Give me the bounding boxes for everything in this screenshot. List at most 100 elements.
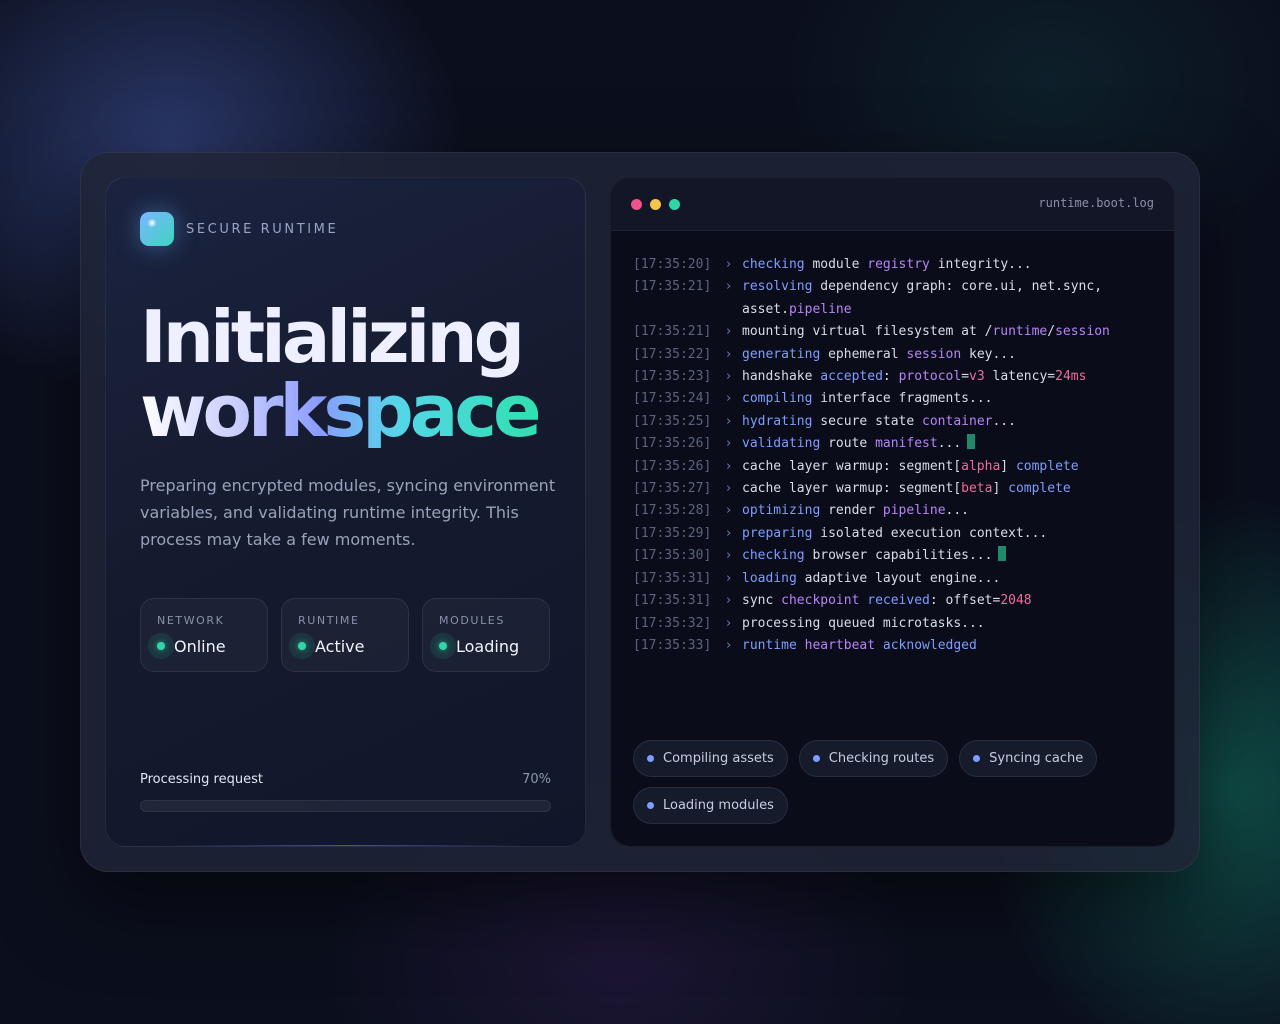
log-token: processing queued microtasks... [742, 615, 985, 631]
log-token: interface fragments... [812, 391, 993, 407]
log-line: [17:35:26] › validating route manifest... [633, 433, 1153, 455]
log-timestamp: [17:35:33] [633, 637, 712, 653]
log-line: [17:35:25] › hydrating secure state contai… [633, 411, 1153, 433]
log-token: acknowledged [882, 637, 977, 653]
log-token: ... [945, 503, 970, 519]
chevron-right-icon: › [724, 369, 733, 385]
task-chip: Checking routes [798, 740, 949, 777]
task-chip: Compiling assets [633, 740, 788, 777]
log-token: protocol [898, 369, 962, 385]
stat-label: RUNTIME [298, 614, 360, 627]
log-token: preparing [742, 525, 813, 541]
log-message: mounting virtual filesystem at /runtime/… [742, 321, 1153, 343]
stat-value-row: Loading [430, 633, 549, 659]
log-token: v3 [969, 369, 985, 385]
task-chip: Syncing cache [959, 740, 1098, 777]
chevron-right-icon: › [724, 346, 733, 362]
log-timestamp: [17:35:31] [633, 570, 712, 586]
log-line: [17:35:20] › checking module registry inte… [633, 254, 1153, 276]
log-token: pipeline [882, 503, 946, 519]
headline-line-2: workspace [140, 369, 542, 453]
log-token: sync [742, 593, 782, 609]
log-token [797, 638, 805, 653]
minimize-dot-icon[interactable] [650, 198, 661, 210]
log-message: loading adaptive layout engine... [742, 568, 1153, 590]
chevron-right-icon: › [724, 570, 733, 586]
task-chips: Compiling assets Checking routes Syncing c… [633, 740, 1153, 824]
maximize-dot-icon[interactable] [669, 198, 680, 210]
chevron-right-icon: › [724, 324, 733, 340]
log-line: [17:35:29] › preparing isolated execution … [633, 523, 1153, 545]
stat-value-row: Online [148, 633, 267, 659]
brand: SECURE RUNTIME [140, 212, 338, 246]
log-timestamp: [17:35:30] [633, 548, 712, 564]
chevron-right-icon: › [724, 279, 733, 295]
log-message: generating ephemeral session key... [742, 344, 1153, 366]
log-token: browser capabilities... [804, 548, 993, 564]
page-title: Initializing workspace [140, 300, 542, 453]
chip-label: Loading modules [663, 798, 774, 813]
stat-value: Online [174, 636, 226, 656]
log-token: isolated execution context... [812, 525, 1048, 541]
log-timestamp: [17:35:20] [633, 257, 712, 272]
chevron-right-icon: › [724, 593, 733, 609]
log-token: ... [992, 413, 1016, 429]
brand-name: SECURE RUNTIME [186, 221, 339, 237]
log-token: heartbeat [804, 637, 876, 653]
log-line: [17:35:23] › handshake accepted: protocol=… [633, 366, 1153, 388]
chevron-right-icon: › [724, 458, 733, 474]
chevron-right-icon: › [724, 525, 733, 541]
log-token: session [1055, 324, 1110, 340]
status-panel: SECURE RUNTIME Initializing workspace Pr… [105, 177, 586, 847]
log-token: complete [1008, 481, 1071, 497]
progress-label: Processing request [140, 772, 263, 787]
log-timestamp: [17:35:27] [633, 481, 712, 497]
log-token: cache layer warmup: segment[ [742, 481, 962, 497]
log-timestamp: [17:35:21] [633, 324, 712, 340]
chip-dot-icon [812, 755, 820, 762]
log-line: [17:35:21] › resolving dependency graph: c… [633, 276, 1153, 321]
chevron-right-icon: › [724, 637, 733, 653]
log-timestamp: [17:35:26] [633, 458, 712, 474]
log-line: [17:35:32] › processing queued microtasks.… [633, 613, 1153, 635]
log-message: compiling interface fragments... [742, 388, 1153, 410]
log-timestamp: [17:35:22] [633, 346, 712, 362]
progress-percent: 70% [522, 772, 551, 787]
stat-label: NETWORK [157, 614, 225, 627]
log-token: render [820, 503, 883, 519]
log-message: checking module registry integrity... [742, 254, 1153, 276]
log-line: [17:35:27] › cache layer warmup: segment[b… [633, 478, 1153, 500]
stat-card-network: NETWORK Online [140, 598, 268, 672]
log-line: [17:35:33] › runtime heartbeat acknowledge… [633, 635, 1153, 657]
log-token: loading [742, 570, 797, 586]
task-chip: Loading modules [633, 787, 788, 824]
log-token [875, 638, 883, 653]
log-token: handshake [742, 369, 821, 385]
log-line: [17:35:31] › sync checkpoint received: off… [633, 590, 1153, 612]
chevron-right-icon: › [724, 503, 733, 519]
log-line: [17:35:22] › generating ephemeral session … [633, 344, 1153, 366]
log-message: hydrating secure state container... [742, 411, 1153, 433]
log-timestamp: [17:35:26] [633, 436, 712, 452]
close-dot-icon[interactable] [631, 198, 642, 210]
chip-label: Compiling assets [663, 751, 774, 766]
stat-value: Loading [456, 636, 520, 656]
log-token: complete [1015, 458, 1079, 474]
log-line: [17:35:26] › cache layer warmup: segment[a… [633, 456, 1153, 478]
log-line: [17:35:21] › mounting virtual filesystem a… [633, 321, 1153, 343]
log-timestamp: [17:35:28] [633, 503, 712, 519]
log-line: [17:35:31] › loading adaptive layout engin… [633, 568, 1153, 590]
chevron-right-icon: › [724, 548, 733, 564]
description: Preparing encrypted modules, syncing env… [140, 476, 556, 549]
log-token: integrity... [929, 257, 1032, 272]
terminal-window: runtime.boot.log [17:35:20] › checking mod… [610, 177, 1175, 847]
chip-label: Checking routes [828, 751, 935, 766]
log-token: session [906, 346, 962, 362]
log-token: adaptive layout engine... [796, 570, 1001, 586]
terminal-cursor-icon [967, 434, 976, 450]
log-timestamp: [17:35:31] [633, 593, 712, 609]
log-message: processing queued microtasks... [742, 613, 1153, 635]
log-token: container [922, 413, 993, 429]
log-timestamp: [17:35:23] [633, 369, 712, 385]
log-token: generating [742, 346, 821, 362]
